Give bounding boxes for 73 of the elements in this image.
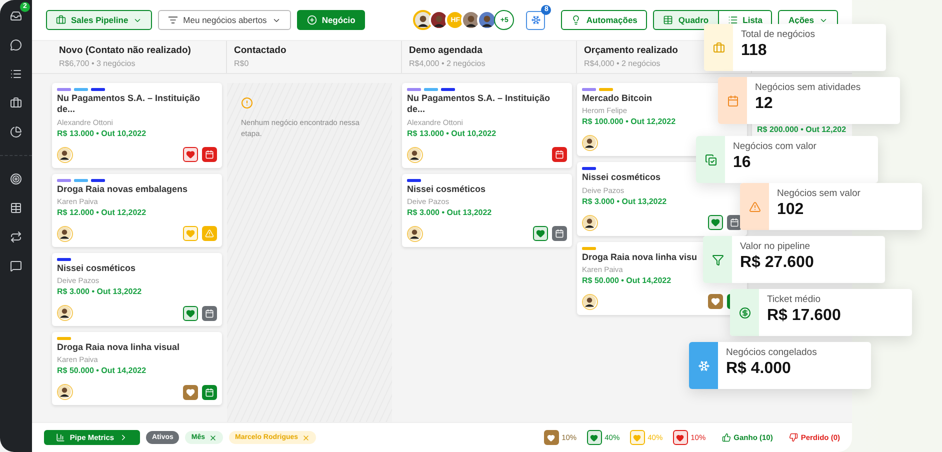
deal-value: R$ 13.000 • Out 10,2022 <box>57 128 146 138</box>
metric-label: Negócios congelados <box>726 347 817 358</box>
metric-value: R$ 17.600 <box>767 307 841 325</box>
calendar-icon[interactable] <box>202 384 217 400</box>
column-summary: R$6,700 • 3 negócios <box>59 59 136 68</box>
message-icon[interactable] <box>8 258 24 274</box>
deal-value: R$ 50.000 • Out 14,2022 <box>57 366 146 376</box>
column-title: Demo agendada <box>409 45 482 56</box>
filter-select[interactable]: Meu negócios abertos <box>158 10 291 30</box>
new-deal-button[interactable]: Negócio <box>296 10 366 30</box>
calendar-icon[interactable] <box>202 147 217 162</box>
column-title: Novo (Contato não realizado) <box>59 45 191 56</box>
calendar-icon[interactable] <box>552 147 567 162</box>
deal-value: R$ 12.000 • Out 12,2022 <box>57 208 146 217</box>
deal-value: R$ 50.000 • Out 14,2022 <box>582 276 672 285</box>
lightbulb-icon <box>571 15 582 25</box>
deal-value: R$ 13.000 • Out 10,2022 <box>407 128 496 138</box>
close-icon[interactable] <box>209 434 218 442</box>
column-summary: R$4,000 • 2 negócios <box>584 59 660 68</box>
repeat-icon[interactable] <box>8 229 24 245</box>
deal-title: Mercado Bitcoin <box>582 93 652 104</box>
briefcase-icon <box>56 15 66 25</box>
calendar-icon <box>726 94 738 106</box>
deal-title: Droga Raia nova linha visual <box>57 342 180 354</box>
calendar-icon[interactable] <box>552 226 567 242</box>
column-summary: R$0 <box>234 59 249 68</box>
deal-title: Nissei cosméticos <box>57 262 136 274</box>
deal-title: Nu Pagamentos S.A. – Instituição de... <box>407 93 552 116</box>
metric-value: 12 <box>755 95 774 113</box>
warning-icon <box>748 200 760 212</box>
chat-icon[interactable] <box>8 37 24 53</box>
table-icon[interactable] <box>8 200 24 216</box>
snowflake-icon <box>698 360 710 372</box>
deal-value: R$ 100.000 • Out 12,2022 <box>582 117 676 126</box>
deal-title: Nu Pagamentos S.A. – Instituição de... <box>57 93 202 116</box>
thumbs-up-icon <box>722 433 731 442</box>
deal-value: R$ 3.000 • Out 13,2022 <box>57 287 142 296</box>
plus-icon <box>306 15 317 25</box>
metric-value: 102 <box>777 201 805 219</box>
table-icon <box>663 15 674 25</box>
alert-icon <box>241 97 253 109</box>
briefcase-icon <box>712 42 724 54</box>
deal-title: Nissei cosméticos <box>582 172 661 184</box>
filter-icon <box>712 254 724 266</box>
metric-label: Ticket médio <box>767 294 822 305</box>
snowflake-icon <box>530 15 541 25</box>
metric-label: Negócios sem valor <box>777 188 860 199</box>
thumbs-down-icon <box>788 433 798 442</box>
target-icon[interactable] <box>8 171 24 187</box>
bar-chart-icon <box>56 433 65 442</box>
pipeline-select[interactable]: Sales Pipeline <box>46 10 152 30</box>
frozen-deals-button[interactable] <box>526 10 546 30</box>
metric-value: R$ 4.000 <box>726 360 792 378</box>
deal-title: Droga Raia novas embalagens <box>57 184 188 195</box>
deal-title: Droga Raia nova linha visu <box>582 252 698 263</box>
deal-value: R$ 3.000 • Out 13,2022 <box>407 208 492 217</box>
automations-button[interactable]: Automações <box>561 10 648 30</box>
check-copy-icon <box>704 154 716 166</box>
metric-label: Total de negócios <box>741 29 815 40</box>
metric-label: Negócios sem atividades <box>755 82 861 93</box>
column-summary: R$4,000 • 2 negócios <box>409 59 486 68</box>
column-title: Orçamento realizado <box>584 45 678 56</box>
deal-title: Nissei cosméticos <box>407 184 486 195</box>
metric-value: 118 <box>741 42 768 60</box>
column-title: Contactado <box>234 45 286 56</box>
pie-chart-icon[interactable] <box>8 124 24 140</box>
calendar-icon[interactable] <box>202 306 217 320</box>
deal-value: R$ 200.000 • Out 12,202 <box>757 125 846 134</box>
deal-value: R$ 3.000 • Out 13,2022 <box>582 196 667 206</box>
user-avatar[interactable] <box>413 10 434 30</box>
dollar-icon <box>738 306 750 318</box>
filter-icon <box>168 15 178 25</box>
view-tab[interactable]: Quadro <box>653 10 719 30</box>
